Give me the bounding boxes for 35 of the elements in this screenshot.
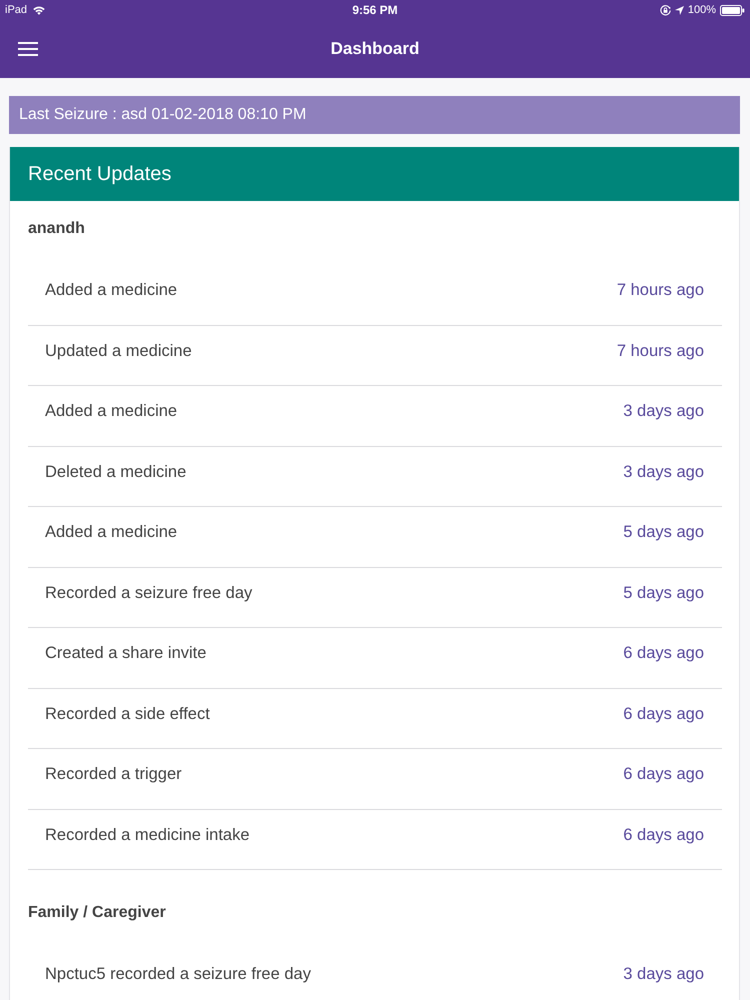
- update-time: 7 hours ago: [616, 281, 704, 300]
- update-text: Recorded a trigger: [45, 765, 182, 784]
- location-arrow-icon: [674, 6, 684, 14]
- update-text: Recorded a side effect: [45, 704, 210, 724]
- battery-percentage: 100%: [688, 4, 716, 16]
- update-time: 6 days ago: [623, 704, 704, 724]
- wifi-icon: [33, 6, 46, 14]
- update-text: Added a medicine: [45, 402, 178, 421]
- battery-icon: [720, 4, 745, 16]
- update-text: Updated a medicine: [45, 342, 192, 360]
- update-time: 6 days ago: [623, 644, 704, 663]
- card-header: Recent Updates: [10, 147, 739, 201]
- update-time: 3 days ago: [623, 965, 704, 984]
- rotation-lock-icon: [660, 4, 671, 16]
- update-text: Npctuc5 recorded a seizure free day: [45, 965, 311, 984]
- page-title: Dashboard: [330, 39, 420, 59]
- update-time: 3 days ago: [623, 402, 704, 421]
- update-text: Recorded a seizure free day: [45, 584, 252, 602]
- update-time: 5 days ago: [623, 523, 704, 542]
- update-time: 5 days ago: [623, 584, 704, 602]
- update-time: 6 days ago: [623, 826, 704, 844]
- section-heading: anandh: [28, 219, 85, 239]
- section-heading: Family / Caregiver: [28, 903, 166, 923]
- update-text: Created a share invite: [45, 644, 206, 663]
- update-time: 7 hours ago: [616, 342, 704, 360]
- update-text: Added a medicine: [45, 281, 178, 300]
- status-time: 9:56 PM: [352, 3, 398, 17]
- update-time: 6 days ago: [623, 765, 704, 784]
- device-name: iPad: [5, 4, 28, 16]
- last-seizure-banner: Last Seizure : asd 01-02-2018 08:10 PM: [9, 96, 740, 134]
- menu-icon[interactable]: [18, 42, 38, 56]
- update-text: Added a medicine: [45, 523, 178, 542]
- update-text: Deleted a medicine: [45, 462, 186, 482]
- update-time: 3 days ago: [623, 462, 704, 482]
- update-text: Recorded a medicine intake: [45, 826, 250, 844]
